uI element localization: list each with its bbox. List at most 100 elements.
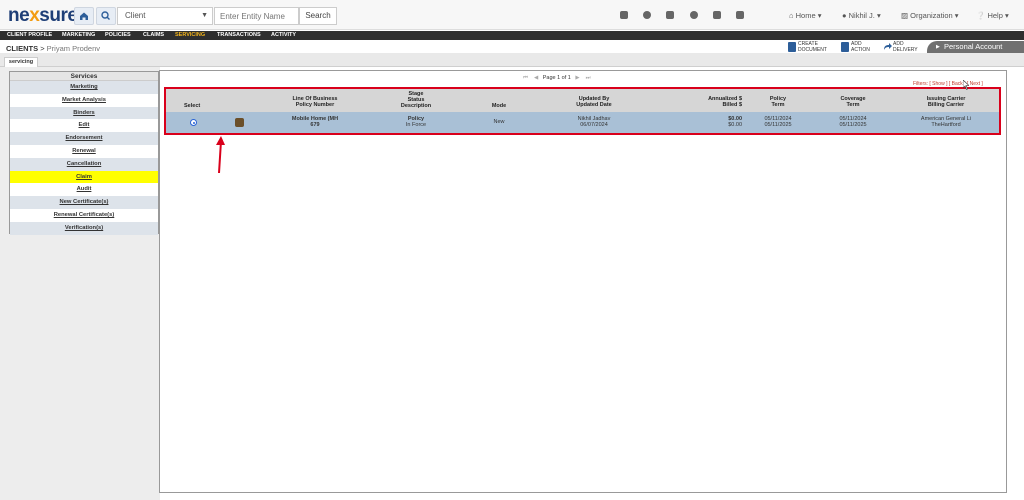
logo-left: ne bbox=[8, 5, 30, 26]
cell-policy-term: 05/11/2024 05/11/2025 bbox=[758, 116, 798, 128]
nav-activity[interactable]: ACTIVITY bbox=[271, 31, 296, 40]
organization-menu-label: Organization bbox=[910, 11, 953, 20]
document-icon bbox=[788, 42, 796, 52]
header-select: Select bbox=[184, 103, 201, 109]
header-stage-3: Description bbox=[400, 103, 432, 109]
service-audit[interactable]: Audit bbox=[10, 183, 158, 196]
table-row[interactable]: Mobile Home (MH 679 Policy In Force New … bbox=[166, 112, 999, 133]
service-claim[interactable]: Claim bbox=[10, 170, 158, 184]
service-new-certificates[interactable]: New Certificate(s) bbox=[10, 196, 158, 209]
cell-coverage-term-2: 05/11/2025 bbox=[839, 122, 867, 128]
entity-name-input[interactable] bbox=[214, 7, 299, 25]
breadcrumb-clients[interactable]: CLIENTS bbox=[6, 44, 38, 53]
header-mode: Mode bbox=[491, 103, 507, 109]
nav-client-profile[interactable]: CLIENT PROFILE bbox=[7, 31, 52, 40]
share-arrow-icon bbox=[883, 42, 892, 52]
row-select-radio[interactable] bbox=[190, 119, 197, 126]
nav-servicing[interactable]: SERVICING bbox=[175, 31, 205, 40]
logo-right: sure bbox=[39, 5, 78, 26]
chat-icon[interactable] bbox=[643, 11, 651, 19]
help-menu[interactable]: ❔ Help ▾ bbox=[976, 11, 1009, 20]
header-annualized-2: Billed $ bbox=[722, 102, 742, 108]
calendar-icon bbox=[841, 42, 849, 52]
main-nav: CLIENT PROFILE MARKETING POLICIES CLAIMS… bbox=[0, 31, 1024, 40]
annotation-arrow-icon bbox=[216, 136, 225, 174]
bookmark-icon[interactable] bbox=[736, 11, 744, 19]
service-verifications[interactable]: Verification(s) bbox=[10, 221, 158, 235]
page-indicator: Page 1 of 1 bbox=[542, 75, 571, 81]
cell-lob[interactable]: Mobile Home (MH 679 bbox=[272, 116, 358, 128]
cell-policy-term-2: 05/11/2025 bbox=[764, 122, 792, 128]
header-coverage-term-2: Term bbox=[846, 102, 860, 108]
home-menu[interactable]: ⌂ Home ▾ bbox=[789, 11, 822, 20]
tab-servicing[interactable]: servicing bbox=[4, 57, 38, 67]
cell-coverage-term: 05/11/2024 05/11/2025 bbox=[831, 116, 875, 128]
header-policy-term-2: Term bbox=[771, 102, 785, 108]
service-marketing[interactable]: Marketing bbox=[10, 81, 158, 94]
chevron-down-icon: ▼ bbox=[201, 12, 208, 19]
nav-marketing[interactable]: MARKETING bbox=[62, 31, 95, 40]
breadcrumb-client-name: Priyam Prodenv bbox=[46, 44, 101, 53]
cell-stage-2: In Force bbox=[405, 122, 427, 128]
gear-icon[interactable] bbox=[690, 11, 698, 19]
services-header: Services bbox=[10, 72, 158, 81]
bell-icon[interactable] bbox=[620, 11, 628, 19]
service-renewal-certificates[interactable]: Renewal Certificate(s) bbox=[10, 209, 158, 222]
client-select[interactable]: Client ▼ bbox=[117, 7, 213, 25]
first-page-icon[interactable]: ⏮ bbox=[523, 75, 528, 81]
next-page-icon[interactable]: ▶ bbox=[575, 75, 579, 81]
service-cancellation[interactable]: Cancellation bbox=[10, 157, 158, 171]
service-edit[interactable]: Edit bbox=[10, 119, 158, 132]
cell-updated: Nikhil Jadhav 06/07/2024 bbox=[559, 116, 629, 128]
prev-page-icon[interactable]: ◀ bbox=[534, 75, 538, 81]
table-header: Select Line Of Business Policy Number St… bbox=[166, 89, 999, 112]
logo-x: x bbox=[29, 5, 40, 26]
cell-mode: New bbox=[493, 119, 505, 125]
organization-menu[interactable]: ▨ Organization ▾ bbox=[901, 11, 959, 20]
pager: ⏮ ◀ Page 1 of 1 ▶ ⏭ bbox=[520, 75, 594, 82]
cell-updated-2: 06/07/2024 bbox=[580, 122, 608, 128]
home-icon[interactable] bbox=[74, 7, 94, 25]
nav-claims[interactable]: CLAIMS bbox=[143, 31, 164, 40]
header-updated-2: Updated Date bbox=[576, 102, 612, 108]
breadcrumb-separator: > bbox=[40, 44, 45, 53]
personal-account-tab[interactable]: Personal Account bbox=[927, 41, 1024, 53]
external-link-icon[interactable] bbox=[713, 11, 721, 19]
add-delivery-button[interactable]: ADD DELIVERY bbox=[883, 41, 918, 53]
header-updated: Updated By Updated Date bbox=[559, 96, 629, 108]
user-menu[interactable]: ● Nikhil J. ▾ bbox=[842, 11, 881, 20]
header-policy-term: Policy Term bbox=[758, 96, 798, 108]
cell-stage: Policy In Force bbox=[386, 116, 446, 128]
tab-strip bbox=[0, 53, 1024, 67]
cell-annualized-2: $0.00 bbox=[728, 122, 742, 128]
search-button[interactable]: Search bbox=[299, 7, 337, 25]
service-binders[interactable]: Binders bbox=[10, 106, 158, 120]
nav-transactions[interactable]: TRANSACTIONS bbox=[217, 31, 261, 40]
header-carrier: Issuing Carrier Billing Carrier bbox=[911, 96, 981, 108]
cell-carrier: American General Li TheHartford bbox=[911, 116, 981, 128]
header-stage: Stage Status Description bbox=[386, 91, 446, 109]
header-coverage-term: Coverage Term bbox=[831, 96, 875, 108]
header-annualized: Annualized $ Billed $ bbox=[686, 96, 742, 108]
service-renewal[interactable]: Renewal bbox=[10, 145, 158, 158]
client-select-value: Client bbox=[125, 11, 146, 20]
help-menu-label: Help bbox=[987, 11, 1003, 20]
cell-annualized: $0.00 $0.00 bbox=[686, 116, 742, 128]
nav-policies[interactable]: POLICIES bbox=[105, 31, 131, 40]
header-carrier-2: Billing Carrier bbox=[927, 102, 965, 108]
service-market-analysis[interactable]: Market Analysis bbox=[10, 94, 158, 107]
policy-table: Select Line Of Business Policy Number St… bbox=[164, 87, 1001, 135]
cell-carrier-2: TheHartford bbox=[931, 122, 961, 128]
search-icon[interactable] bbox=[96, 7, 116, 25]
home-menu-label: Home bbox=[795, 11, 816, 20]
last-page-icon[interactable]: ⏭ bbox=[586, 75, 591, 81]
services-menu: Services Marketing Market Analysis Binde… bbox=[9, 71, 159, 235]
list-icon[interactable] bbox=[666, 11, 674, 19]
create-document-button[interactable]: CREATE DOCUMENT bbox=[788, 41, 827, 53]
add-action-button[interactable]: ADD ACTION bbox=[841, 41, 870, 53]
top-bar: nexsure Client ▼ Search ⌂ Home ▾ ● Nikhil… bbox=[0, 0, 1024, 30]
service-endorsement[interactable]: Endorsement bbox=[10, 132, 158, 145]
breadcrumb: CLIENTS > Priyam Prodenv bbox=[6, 44, 100, 53]
nexsure-logo[interactable]: nexsure bbox=[8, 5, 78, 27]
policy-type-icon[interactable] bbox=[235, 118, 244, 127]
